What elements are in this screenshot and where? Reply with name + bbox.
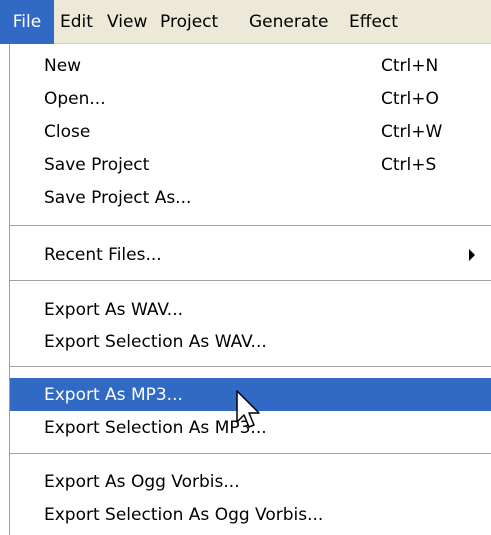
menu-item-new-label: New [44, 55, 82, 76]
menu-generate-label: Generate [249, 12, 329, 32]
menu-item-close[interactable]: Close Ctrl+W [10, 115, 491, 148]
menu-effect-label: Effect [349, 12, 398, 32]
menu-item-save-project-label: Save Project [44, 154, 150, 175]
menu-edit[interactable]: Edit [54, 0, 102, 44]
menu-item-export-ogg-label: Export As Ogg Vorbis... [44, 471, 240, 492]
menu-generate[interactable]: Generate [244, 0, 343, 44]
menu-item-save-project-shortcut: Ctrl+S [381, 154, 437, 175]
menu-item-new[interactable]: New Ctrl+N [10, 49, 491, 82]
submenu-arrow-icon [469, 249, 475, 261]
menu-edit-label: Edit [60, 12, 93, 32]
menu-view-label: View [107, 12, 148, 32]
menu-project-label: Project [160, 12, 219, 32]
menu-item-export-wav[interactable]: Export As WAV... [10, 293, 491, 326]
menu-item-export-mp3-label: Export As MP3... [44, 384, 183, 405]
menu-item-open-label: Open... [44, 88, 106, 109]
menu-item-export-selection-ogg-label: Export Selection As Ogg Vorbis... [44, 504, 324, 525]
menu-item-close-label: Close [44, 121, 91, 142]
menu-item-export-mp3[interactable]: Export As MP3... [10, 378, 491, 411]
menu-item-export-ogg[interactable]: Export As Ogg Vorbis... [10, 465, 491, 498]
menu-file-label: File [12, 12, 42, 32]
menu-item-save-project-as[interactable]: Save Project As... [10, 181, 491, 214]
menu-file[interactable]: File [0, 0, 54, 44]
menu-item-recent-files-label: Recent Files... [44, 244, 162, 265]
menu-item-save-project-as-label: Save Project As... [44, 187, 192, 208]
menu-item-open[interactable]: Open... Ctrl+O [10, 82, 491, 115]
menu-project[interactable]: Project [155, 0, 244, 44]
menu-item-export-selection-wav-label: Export Selection As WAV... [44, 331, 267, 352]
menu-item-recent-files[interactable]: Recent Files... [10, 238, 491, 271]
menu-item-save-project[interactable]: Save Project Ctrl+S [10, 148, 491, 181]
menu-item-open-shortcut: Ctrl+O [381, 88, 439, 109]
menu-separator [10, 453, 491, 455]
menu-item-export-selection-wav[interactable]: Export Selection As WAV... [10, 325, 491, 358]
menu-item-export-selection-mp3-label: Export Selection As MP3... [44, 417, 267, 438]
menu-item-export-selection-ogg[interactable]: Export Selection As Ogg Vorbis... [10, 498, 491, 531]
menu-view[interactable]: View [102, 0, 155, 44]
menu-item-export-selection-mp3[interactable]: Export Selection As MP3... [10, 411, 491, 444]
menu-separator [10, 225, 491, 227]
menu-separator [10, 366, 491, 368]
menu-separator [10, 280, 491, 282]
file-dropdown-menu: New Ctrl+N Open... Ctrl+O Close Ctrl+W S… [0, 44, 491, 535]
menu-item-export-wav-label: Export As WAV... [44, 299, 184, 320]
menu-item-close-shortcut: Ctrl+W [381, 121, 443, 142]
menu-item-new-shortcut: Ctrl+N [381, 55, 439, 76]
menu-effect[interactable]: Effect [343, 0, 483, 44]
menu-bar: File Edit View Project Generate Effect [0, 0, 491, 44]
